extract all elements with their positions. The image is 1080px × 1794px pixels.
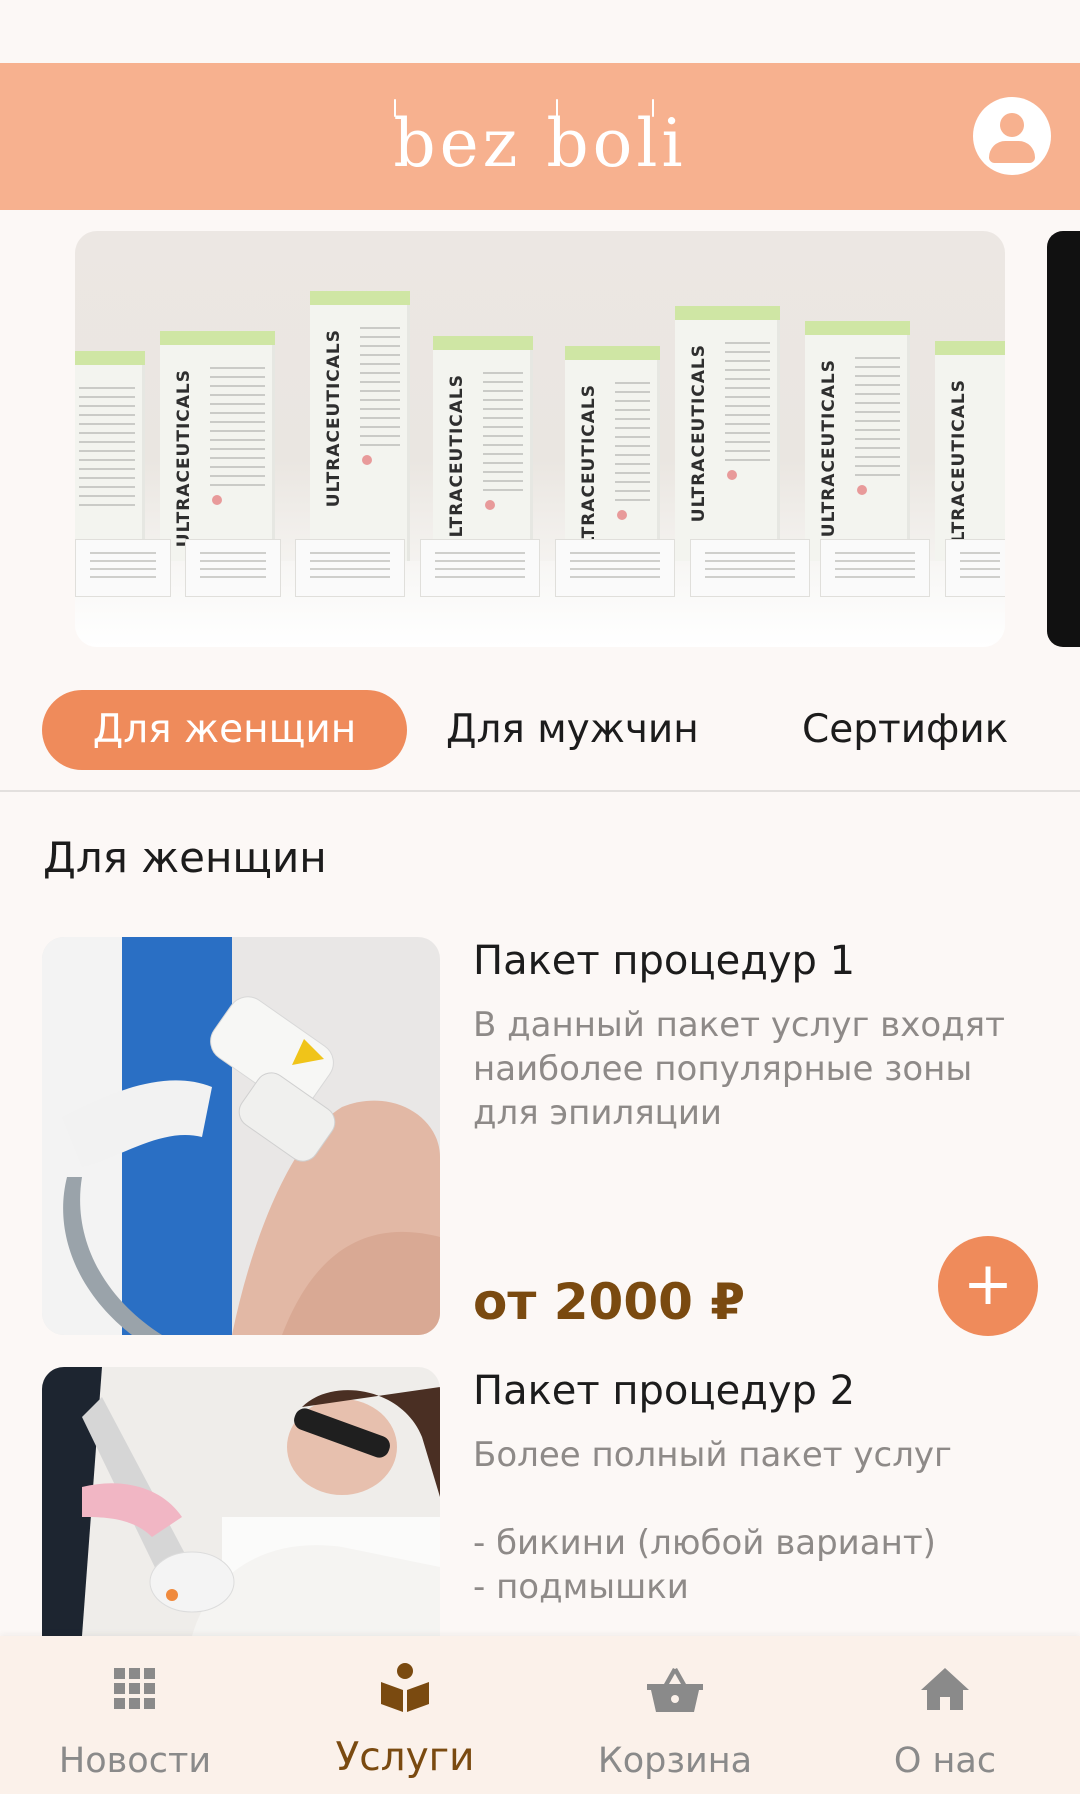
card-description: В данный пакет услуг входят наиболее поп…	[473, 1005, 1005, 1133]
tab-women[interactable]: Для женщин	[42, 690, 407, 770]
book-reader-icon	[381, 1663, 429, 1712]
product-box: ULTRACEUTICALS	[565, 346, 660, 562]
bottom-navigation: Новости Услуги Корзина О нас	[0, 1636, 1080, 1794]
price-tag	[555, 539, 675, 597]
status-bar	[0, 0, 1080, 63]
tab-men[interactable]: Для мужчин	[446, 690, 699, 770]
card-title: Пакет процедур 1	[473, 938, 856, 984]
price-tag	[295, 539, 405, 597]
price-tag	[820, 539, 930, 597]
category-tabs: Для женщин Для мужчин Сертифик	[0, 686, 1080, 792]
nav-label: Услуги	[335, 1735, 475, 1780]
nav-label: Новости	[58, 1741, 212, 1781]
product-box: ULTRACEUTICALS	[675, 306, 780, 561]
price-tag	[945, 539, 1005, 597]
product-box: ULTRACEUTICALS	[805, 321, 910, 561]
basket-icon	[647, 1668, 703, 1712]
card-price: от 2000 ₽	[473, 1273, 746, 1331]
product-box: ULTRACEUTICALS	[310, 291, 410, 561]
nav-news[interactable]: Новости	[0, 1636, 270, 1794]
logo-mark	[652, 99, 654, 117]
app-header: bez boli	[0, 63, 1080, 210]
logo-mark	[556, 99, 558, 117]
promo-banner[interactable]: ULTRACEUTICALS ULTRACEUTICALS ULTRACEUTI…	[75, 231, 1005, 647]
product-box: ULTRACEUTICALS	[160, 331, 275, 561]
grid-icon	[114, 1668, 155, 1709]
nav-label: О нас	[893, 1741, 997, 1781]
card-image[interactable]	[42, 937, 440, 1335]
home-icon	[921, 1668, 969, 1710]
price-tag	[75, 539, 171, 597]
section-title: Для женщин	[43, 833, 327, 882]
nav-services[interactable]: Услуги	[270, 1636, 540, 1794]
card-image[interactable]	[42, 1367, 440, 1636]
next-banner[interactable]	[1047, 231, 1080, 647]
product-box: ULTRACEUTICALS	[935, 341, 1005, 561]
nav-cart[interactable]: Корзина	[540, 1636, 810, 1794]
logo-mark	[394, 99, 396, 117]
nav-about[interactable]: О нас	[810, 1636, 1080, 1794]
price-tag	[420, 539, 540, 597]
card-title: Пакет процедур 2	[473, 1368, 856, 1414]
tab-certificates[interactable]: Сертифик	[802, 690, 1008, 770]
price-tag	[690, 539, 810, 597]
price-tag	[185, 539, 281, 597]
product-box: ULTRACEUTICALS	[433, 336, 533, 561]
profile-icon[interactable]	[973, 97, 1051, 175]
product-box	[75, 351, 145, 561]
card-description: Более полный пакет услуг - бикини (любой…	[473, 1435, 952, 1607]
logo: bez boli	[393, 105, 687, 182]
nav-label: Корзина	[597, 1741, 753, 1781]
add-to-cart-button[interactable]: +	[938, 1236, 1038, 1336]
